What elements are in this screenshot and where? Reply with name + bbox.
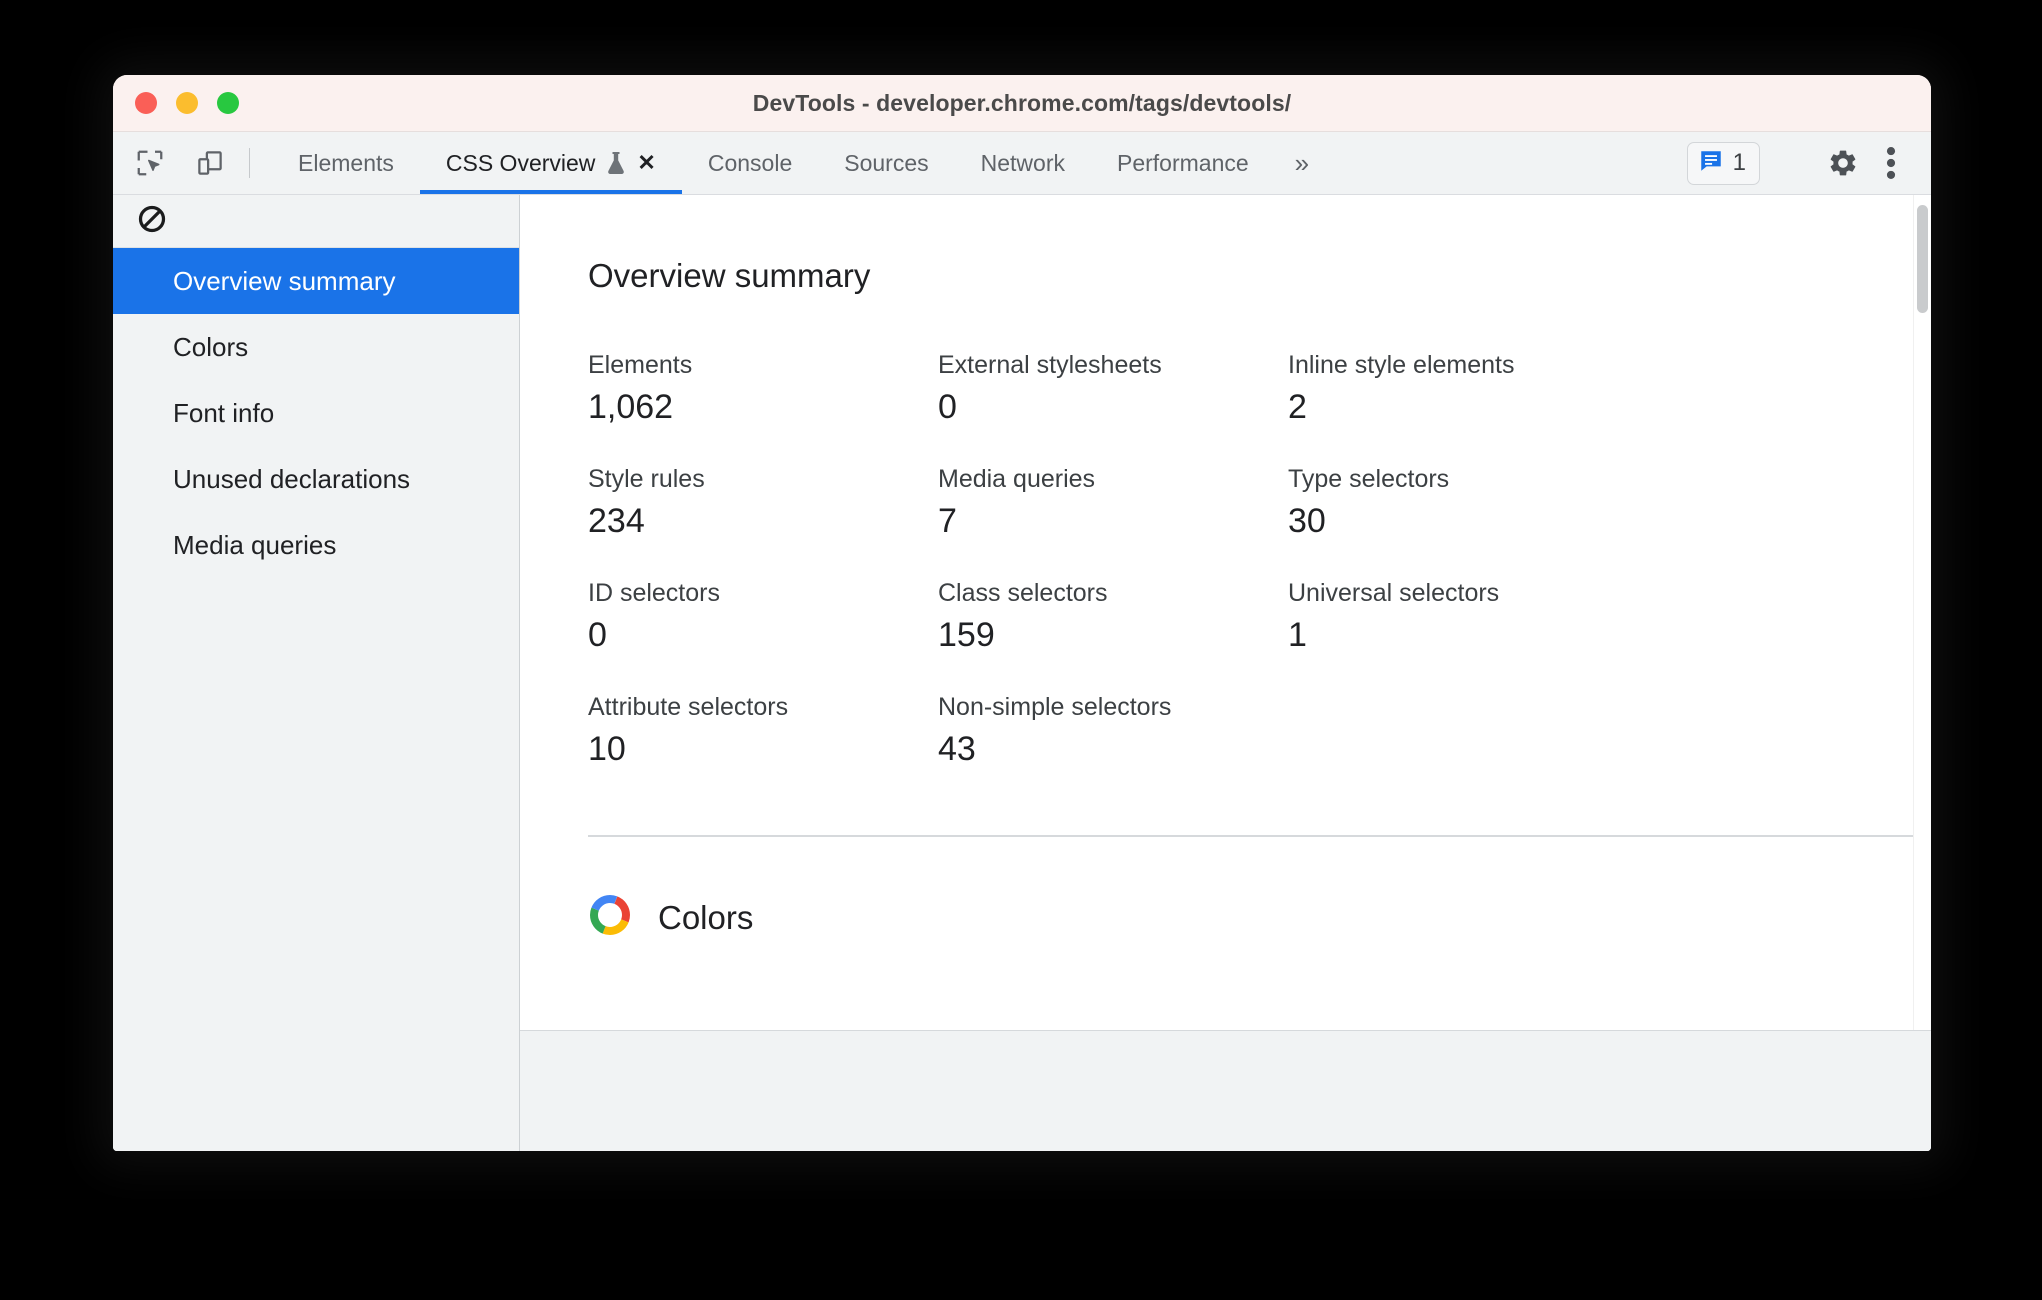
css-overview-main-panel: Overview summary Elements 1,062 External…: [520, 195, 1931, 1151]
stat-label: Attribute selectors: [588, 693, 789, 721]
tab-network[interactable]: Network: [955, 132, 1091, 194]
maximize-window-button[interactable]: [217, 92, 239, 114]
main-scrollbar[interactable]: [1913, 195, 1931, 1030]
sidebar-item-unused-declarations[interactable]: Unused declarations: [113, 446, 519, 512]
stat-value: 234: [588, 502, 645, 540]
window-titlebar: DevTools - developer.chrome.com/tags/dev…: [113, 75, 1931, 132]
close-window-button[interactable]: [135, 92, 157, 114]
sidebar-item-label: Font info: [173, 397, 275, 428]
tab-label: Sources: [844, 149, 929, 176]
overview-summary-section: Overview summary Elements 1,062 External…: [520, 195, 1931, 837]
stat-elements: Elements 1,062: [588, 351, 938, 427]
inspect-element-icon[interactable]: [133, 146, 167, 180]
stat-media-queries: Media queries 7: [938, 465, 1288, 541]
tabbar-right-icons: 1: [1686, 132, 1931, 194]
page-title: Overview summary: [588, 257, 871, 294]
stat-type-selectors: Type selectors 30: [1288, 465, 1688, 541]
stat-style-rules: Style rules 234: [588, 465, 938, 541]
tab-label: Network: [980, 149, 1065, 176]
tab-label: Console: [707, 149, 793, 176]
stat-value: 43: [938, 730, 976, 768]
screenshot-root: DevTools - developer.chrome.com/tags/dev…: [0, 0, 2042, 1300]
colors-header-row: Colors: [588, 893, 1931, 942]
stat-label: Inline style elements: [1288, 351, 1515, 379]
scrollbar-thumb[interactable]: [1917, 205, 1928, 313]
devtools-body: Overview summary Colors Font info Unused…: [113, 195, 1931, 1151]
color-wheel-icon: [588, 893, 632, 942]
main-bottom-strip: [520, 1030, 1931, 1151]
sidebar-toolbar: [113, 195, 519, 248]
tab-performance[interactable]: Performance: [1091, 132, 1275, 194]
tab-console[interactable]: Console: [682, 132, 818, 194]
message-icon: [1698, 148, 1724, 179]
device-toolbar-icon[interactable]: [193, 146, 227, 180]
stat-value: 30: [1288, 502, 1326, 540]
stat-value: 0: [938, 388, 957, 426]
tab-label: CSS Overview: [445, 149, 596, 176]
sidebar-item-list: Overview summary Colors Font info Unused…: [113, 248, 519, 578]
devtools-tabbar: Elements CSS Overview ✕ Console Sources: [113, 132, 1931, 195]
summary-stat-grid: Elements 1,062 External stylesheets 0 In…: [588, 351, 1931, 769]
console-messages-button[interactable]: 1: [1686, 141, 1760, 185]
stat-label: Media queries: [938, 465, 1096, 493]
window-title: DevTools - developer.chrome.com/tags/dev…: [752, 89, 1292, 116]
sidebar-item-label: Colors: [173, 331, 249, 362]
minimize-window-button[interactable]: [176, 92, 198, 114]
stat-empty-slot: [1288, 693, 1688, 769]
stat-label: Elements: [588, 351, 693, 379]
gear-icon[interactable]: [1813, 147, 1873, 179]
window-controls[interactable]: [135, 75, 239, 131]
stat-non-simple-selectors: Non-simple selectors 43: [938, 693, 1288, 769]
toolbar-divider: [249, 148, 250, 178]
colors-section: Colors: [520, 837, 1931, 957]
css-overview-sidebar: Overview summary Colors Font info Unused…: [113, 195, 520, 1151]
stat-value: 10: [588, 730, 626, 768]
sidebar-item-media-queries[interactable]: Media queries: [113, 512, 519, 578]
stat-value: 1: [1288, 616, 1307, 654]
stat-label: Non-simple selectors: [938, 693, 1172, 721]
stat-value: 0: [588, 616, 607, 654]
stat-label: Class selectors: [938, 579, 1108, 607]
stat-id-selectors: ID selectors 0: [588, 579, 938, 655]
stat-label: External stylesheets: [938, 351, 1162, 379]
stat-inline-style-elements: Inline style elements 2: [1288, 351, 1688, 427]
sidebar-item-label: Media queries: [173, 529, 337, 560]
more-tabs-chevron-icon[interactable]: »: [1275, 132, 1329, 194]
colors-section-title: Colors: [658, 898, 754, 936]
stat-label: Style rules: [588, 465, 705, 493]
stat-attribute-selectors: Attribute selectors 10: [588, 693, 938, 769]
stat-universal-selectors: Universal selectors 1: [1288, 579, 1688, 655]
sidebar-item-colors[interactable]: Colors: [113, 314, 519, 380]
tab-elements[interactable]: Elements: [272, 132, 420, 194]
stat-value: 2: [1288, 388, 1307, 426]
sidebar-item-font-info[interactable]: Font info: [113, 380, 519, 446]
tab-sources[interactable]: Sources: [818, 132, 954, 194]
devtools-window: DevTools - developer.chrome.com/tags/dev…: [113, 75, 1931, 1151]
stat-label: Type selectors: [1288, 465, 1450, 493]
stat-value: 7: [938, 502, 957, 540]
sidebar-item-label: Overview summary: [173, 265, 396, 296]
experiment-flask-icon: [605, 150, 627, 176]
kebab-menu-icon[interactable]: [1877, 146, 1911, 180]
console-message-count: 1: [1732, 149, 1746, 176]
tabbar-left-icons: [113, 132, 227, 194]
tab-list: Elements CSS Overview ✕ Console Sources: [272, 132, 1687, 194]
stat-label: Universal selectors: [1288, 579, 1500, 607]
stat-label: ID selectors: [588, 579, 720, 607]
stat-value: 1,062: [588, 388, 674, 426]
close-tab-icon[interactable]: ✕: [637, 152, 655, 174]
sidebar-item-label: Unused declarations: [173, 463, 411, 494]
tab-css-overview[interactable]: CSS Overview ✕: [419, 132, 682, 194]
clear-overview-icon[interactable]: [137, 204, 167, 239]
tab-label: Performance: [1116, 149, 1249, 176]
sidebar-item-overview-summary[interactable]: Overview summary: [113, 248, 519, 314]
stat-value: 159: [938, 616, 995, 654]
stat-class-selectors: Class selectors 159: [938, 579, 1288, 655]
tab-label: Elements: [298, 149, 394, 176]
stat-external-stylesheets: External stylesheets 0: [938, 351, 1288, 427]
main-scroll-area: Overview summary Elements 1,062 External…: [520, 195, 1931, 1030]
